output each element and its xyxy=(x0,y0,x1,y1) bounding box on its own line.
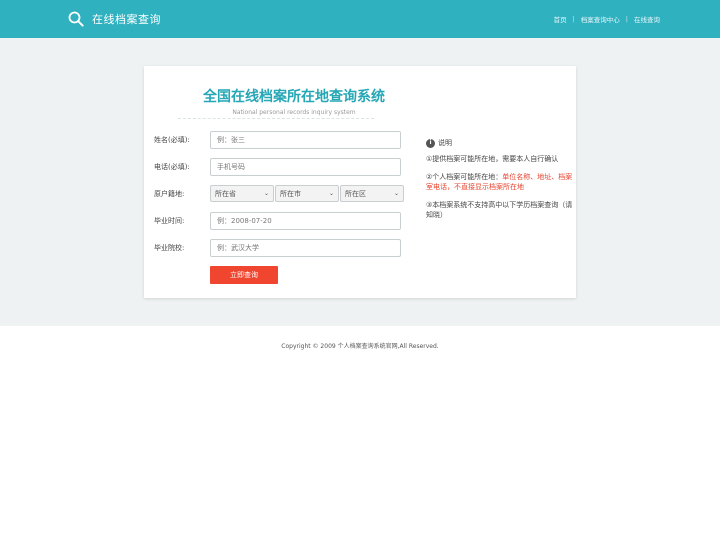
phone-label: 电话(必填): xyxy=(154,162,190,171)
chevron-down-icon: ⌄ xyxy=(328,190,334,197)
site-title: 在线档案查询 xyxy=(92,13,161,26)
grad-time-input[interactable]: 例：2008-07-20 xyxy=(210,211,401,230)
district-select[interactable]: 所在区 ⌄ xyxy=(340,185,404,202)
nav-separator: | xyxy=(572,15,575,23)
nav-home-link[interactable]: 首页 xyxy=(554,14,567,24)
origin-row: 原户籍地: 所在省 ⌄ 所在市 ⌄ 所在区 ⌄ xyxy=(154,180,404,207)
query-card: 全国在线档案所在地查询系统 National personal records … xyxy=(144,66,576,298)
content-band: 全国在线档案所在地查询系统 National personal records … xyxy=(0,38,720,326)
name-row: 姓名(必填): 例：张三 xyxy=(154,126,404,153)
city-select[interactable]: 所在市 ⌄ xyxy=(275,185,339,202)
phone-row: 电话(必填): 手机号码 xyxy=(154,153,404,180)
note-3: ③本档案系统不支持高中以下学历档案查询（请知晓） xyxy=(426,201,573,219)
notes-heading-text: 说明 xyxy=(438,139,452,147)
name-label: 姓名(必填): xyxy=(154,135,190,144)
origin-label: 原户籍地: xyxy=(154,189,185,198)
grad-time-label: 毕业时间: xyxy=(154,216,185,225)
card-title-cn: 全国在线档案所在地查询系统 xyxy=(203,89,385,105)
copyright-text: Copyright © 2009 个人档案查询系统官网,All Reserved… xyxy=(281,342,439,350)
card-title-en: National personal records inquiry system xyxy=(232,109,356,116)
note-2-prefix: ②个人档案可能所在地： xyxy=(426,173,503,181)
origin-selects: 所在省 ⌄ 所在市 ⌄ 所在区 ⌄ xyxy=(210,185,404,202)
nav-online-query-link[interactable]: 在线查询 xyxy=(634,14,660,24)
city-select-value: 所在市 xyxy=(280,189,301,198)
footer: Copyright © 2009 个人档案查询系统官网,All Reserved… xyxy=(0,326,720,364)
notes-panel: i 说明 ①提供档案可能所在地，需要本人自行确认 ②个人档案可能所在地：单位名称… xyxy=(426,138,576,228)
phone-input[interactable]: 手机号码 xyxy=(210,157,401,176)
province-select-value: 所在省 xyxy=(215,189,236,198)
district-select-value: 所在区 xyxy=(345,189,366,198)
top-nav: 首页 | 档案查询中心 | 在线查询 xyxy=(554,14,660,24)
school-input[interactable]: 例：武汉大学 xyxy=(210,238,401,257)
query-form: 姓名(必填): 例：张三 电话(必填): 手机号码 原户籍地: 所在省 ⌄ 所在… xyxy=(154,126,404,284)
notes-heading: i 说明 xyxy=(426,138,576,148)
brand[interactable]: 在线档案查询 xyxy=(68,11,161,27)
top-bar: 在线档案查询 首页 | 档案查询中心 | 在线查询 xyxy=(0,0,720,38)
search-icon xyxy=(68,11,84,27)
card-title: 全国在线档案所在地查询系统 National personal records … xyxy=(164,86,424,116)
note-2: ②个人档案可能所在地：单位名称、地址、档案室电话，不直接显示档案所在地 xyxy=(426,172,576,192)
note-1: ①提供档案可能所在地，需要本人自行确认 xyxy=(426,155,559,163)
nav-separator: | xyxy=(625,15,628,23)
title-divider xyxy=(178,118,374,119)
school-row: 毕业院校: 例：武汉大学 xyxy=(154,234,404,261)
school-label: 毕业院校: xyxy=(154,243,185,252)
chevron-down-icon: ⌄ xyxy=(393,190,399,197)
info-icon: i xyxy=(426,138,435,148)
province-select[interactable]: 所在省 ⌄ xyxy=(210,185,274,202)
submit-query-button[interactable]: 立即查询 xyxy=(210,266,278,284)
chevron-down-icon: ⌄ xyxy=(263,190,269,197)
name-input[interactable]: 例：张三 xyxy=(210,130,401,149)
grad-time-row: 毕业时间: 例：2008-07-20 xyxy=(154,207,404,234)
nav-archive-center-link[interactable]: 档案查询中心 xyxy=(581,14,620,24)
